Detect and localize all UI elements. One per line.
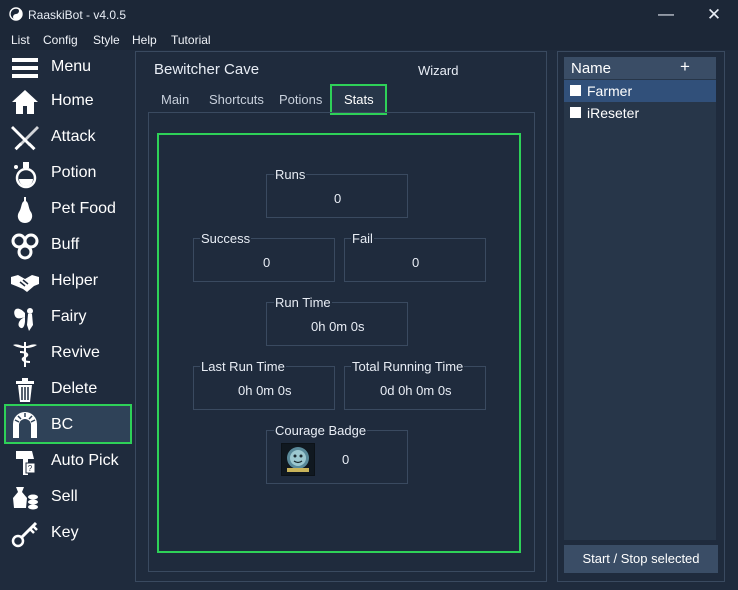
sidebar-item-revive[interactable]: Revive [4, 336, 132, 372]
sidebar: Menu Home Attack Potion Pet Food Buff He… [0, 50, 136, 590]
menu-tutorial[interactable]: Tutorial [171, 33, 211, 47]
svg-text:?: ? [28, 464, 33, 473]
sidebar-item-label: Pet Food [51, 200, 116, 217]
sidebar-item-delete[interactable]: Delete [4, 372, 132, 408]
stat-total-running-time-label: Total Running Time [351, 359, 465, 374]
sidebar-item-menu[interactable]: Menu [4, 50, 132, 86]
sidebar-item-label: Home [51, 92, 94, 109]
stat-run-time-value: 0h 0m 0s [311, 319, 365, 334]
account-list [564, 57, 716, 540]
sidebar-item-fairy[interactable]: Fairy [4, 300, 132, 336]
sidebar-item-auto-pick[interactable]: ? Auto Pick [4, 444, 132, 480]
coin-bag-icon [13, 487, 38, 510]
potion-flask-icon [14, 162, 37, 189]
sidebar-item-pet-food[interactable]: Pet Food [4, 192, 132, 228]
close-button[interactable]: ✕ [703, 5, 725, 25]
row-checkbox[interactable] [570, 107, 581, 118]
sidebar-item-label: Attack [51, 128, 96, 145]
house-icon [12, 90, 38, 114]
trash-can-icon [16, 378, 34, 402]
list-item-name: iReseter [587, 105, 640, 121]
stat-runs-value: 0 [334, 191, 342, 206]
sidebar-item-label: Auto Pick [51, 452, 119, 469]
name-column-header[interactable]: Name [571, 60, 611, 77]
account-list-header: Name + [564, 57, 716, 79]
swirl-triskelion-icon [11, 233, 39, 260]
menu-list[interactable]: List [11, 33, 30, 47]
tab-potions[interactable]: Potions [279, 92, 322, 107]
title-bar: RaaskiBot - v4.0.5 — ✕ [0, 0, 738, 30]
fairy-icon [14, 308, 33, 331]
add-account-button[interactable]: + [676, 57, 694, 77]
list-item-name: Farmer [587, 83, 633, 99]
sidebar-item-label: Revive [51, 344, 100, 361]
hamburger-menu-icon [12, 58, 38, 78]
tab-shortcuts[interactable]: Shortcuts [209, 92, 264, 107]
stat-courage-badge-label: Courage Badge [274, 423, 368, 438]
window-title: RaaskiBot - v4.0.5 [28, 8, 127, 22]
key-icon [11, 521, 38, 548]
sidebar-item-label: Potion [51, 164, 97, 181]
menu-style[interactable]: Style [93, 33, 120, 47]
menu-bar: List Config Style Help Tutorial [0, 30, 738, 50]
sidebar-item-label: Key [51, 524, 79, 541]
handshake-icon [11, 275, 39, 292]
stat-success-label: Success [200, 231, 252, 246]
stat-courage-badge-value: 0 [342, 452, 350, 467]
stat-fail-label: Fail [351, 231, 374, 246]
sidebar-item-attack[interactable]: Attack [4, 120, 132, 156]
app-logo-icon [9, 7, 23, 21]
stat-fail-value: 0 [412, 255, 420, 270]
start-stop-selected-button[interactable]: Start / Stop selected [564, 545, 718, 573]
courage-badge-icon [281, 443, 315, 476]
stat-last-run-time-value: 0h 0m 0s [238, 383, 292, 398]
sidebar-item-label: Helper [51, 272, 99, 289]
sidebar-item-label: Menu [51, 58, 92, 75]
sidebar-item-home[interactable]: Home [4, 84, 132, 120]
sidebar-item-label: Sell [51, 488, 78, 505]
grabbing-hand-icon: ? [16, 451, 36, 475]
list-item[interactable]: iReseter [564, 102, 716, 124]
pear-icon [17, 197, 33, 223]
cave-arch-icon [13, 412, 37, 438]
class-label: Wizard [418, 63, 459, 78]
sidebar-item-sell[interactable]: Sell [4, 480, 132, 516]
row-checkbox[interactable] [570, 85, 581, 96]
sidebar-item-bc[interactable]: BC [4, 404, 132, 444]
menu-config[interactable]: Config [43, 33, 78, 47]
sidebar-item-label: Buff [51, 236, 80, 253]
sidebar-item-label: Fairy [51, 308, 87, 325]
minimize-button[interactable]: — [655, 5, 677, 25]
stat-success-value: 0 [263, 255, 271, 270]
stat-total-running-time-value: 0d 0h 0m 0s [380, 383, 452, 398]
list-item[interactable]: Farmer [564, 80, 716, 102]
stat-run-time-label: Run Time [274, 295, 332, 310]
tab-stats[interactable]: Stats [330, 84, 387, 115]
sidebar-item-potion[interactable]: Potion [4, 156, 132, 192]
sidebar-item-label: Delete [51, 380, 98, 397]
sidebar-item-label: BC [51, 416, 74, 433]
swords-icon [11, 126, 39, 151]
sidebar-item-helper[interactable]: Helper [4, 264, 132, 300]
tab-stats-label: Stats [344, 92, 374, 107]
stat-runs-label: Runs [274, 167, 307, 182]
tab-main[interactable]: Main [161, 92, 189, 107]
stat-last-run-time-label: Last Run Time [200, 359, 286, 374]
sidebar-item-key[interactable]: Key [4, 516, 132, 552]
page-title: Bewitcher Cave [154, 61, 260, 78]
sidebar-item-buff[interactable]: Buff [4, 228, 132, 264]
menu-help[interactable]: Help [132, 33, 157, 47]
caduceus-icon [13, 342, 37, 367]
